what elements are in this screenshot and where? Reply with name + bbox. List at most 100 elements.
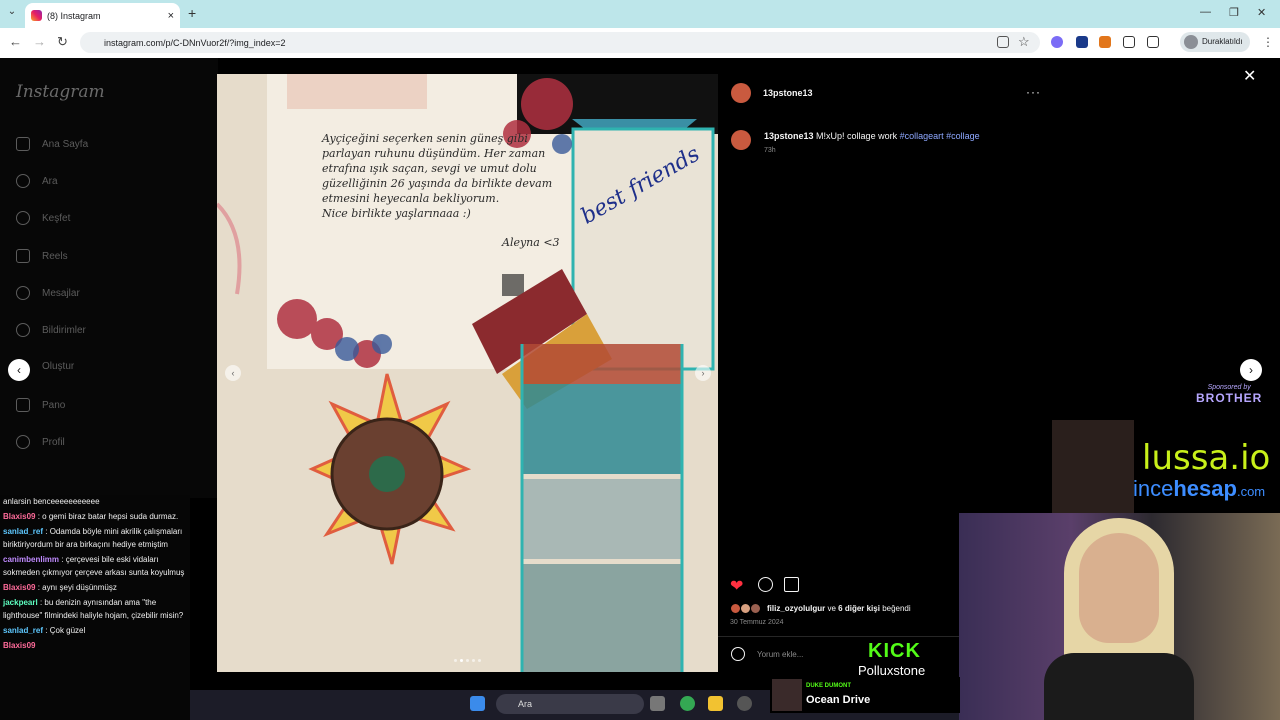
incehesap-logo: incehesap.com (1133, 476, 1266, 501)
messenger-icon (16, 286, 30, 300)
note-line: etrafına ışık saçan, sevgi ve umut dolu (322, 162, 537, 175)
next-post-button[interactable]: › (1240, 359, 1262, 381)
taskbar-search[interactable]: Ara (496, 694, 644, 714)
new-tab-icon[interactable]: + (188, 5, 196, 21)
maximize-icon[interactable]: ❐ (1229, 6, 1239, 19)
stream-chat: anlarsin benceeeeeeeeeee Blaxis09 : o ge… (0, 495, 190, 720)
collage-artwork: Ayçiçeğini seçerken senin güneş gibi par… (217, 74, 718, 672)
note-line: güzelliğinin 26 yaşında da birlikte deva… (322, 177, 552, 190)
minimize-icon[interactable]: — (1200, 6, 1211, 18)
chat-message: Blaxis09 (3, 641, 36, 650)
music-artist: DUKE DUMONT (806, 683, 851, 689)
hashtag-link[interactable]: #collageart (900, 131, 944, 141)
tab-title: (8) Instagram (47, 10, 101, 21)
heart-icon (16, 323, 30, 337)
sidebar-item-explore[interactable]: Keşfet (16, 211, 70, 225)
share-icon[interactable] (784, 577, 799, 592)
profile-button[interactable]: Duraklatıldı (1180, 32, 1251, 52)
sidebar-item-notifications[interactable]: Bildirimler (16, 323, 86, 337)
chat-message: Blaxis09 : aynı şeyi düşünmüşz (3, 583, 117, 592)
webcam-feed (959, 513, 1280, 720)
more-options-icon[interactable]: ··· (1026, 85, 1041, 99)
sponsor-caption: Sponsored by (1207, 384, 1251, 391)
sidebar-item-dashboard[interactable]: Pano (16, 398, 65, 412)
extension-icon[interactable] (1051, 36, 1063, 48)
back-icon[interactable]: ← (9, 34, 22, 49)
sidebar-item-home[interactable]: Ana Sayfa (16, 137, 88, 151)
tab-search-menu[interactable]: ⌄ (5, 6, 19, 20)
browser-tab[interactable]: (8) Instagram × (25, 3, 180, 28)
search-icon (16, 174, 30, 188)
note-signature: Aleyna <3 (501, 236, 560, 249)
likes-user[interactable]: filiz_ozyolulgur (767, 604, 825, 613)
post-image: Ayçiçeğini seçerken senin güneş gibi par… (217, 74, 718, 672)
sidebar-item-profile[interactable]: Profil (16, 435, 65, 449)
chrome-icon[interactable] (680, 696, 695, 711)
cast-icon[interactable] (997, 36, 1009, 48)
post-caption: 13pstone13 M!xUp! collage work #collagea… (764, 131, 980, 141)
likes-connector: ve (827, 604, 836, 613)
sidebar-item-label: Keşfet (42, 212, 71, 224)
sidebar-item-label: Pano (42, 399, 66, 411)
comment-icon[interactable] (758, 577, 773, 592)
liker-avatar (750, 603, 761, 614)
like-heart-icon[interactable]: ❤ (730, 576, 743, 596)
note-line: Nice birlikte yaşlarınaaa :) (321, 207, 471, 220)
sidebar-item-label: Oluştur (42, 361, 75, 372)
extension-icon[interactable] (1076, 36, 1088, 48)
reels-icon (16, 249, 30, 263)
sidebar-item-search[interactable]: Ara (16, 174, 58, 188)
app-icon[interactable] (737, 696, 752, 711)
sidebar-item-label: Ana Sayfa (42, 138, 89, 150)
extension-icon[interactable] (1123, 36, 1135, 48)
tab-close-icon[interactable]: × (168, 10, 174, 22)
author-username[interactable]: 13pstone13 (763, 88, 813, 98)
forward-icon[interactable]: → (33, 34, 46, 49)
music-title: Ocean Drive (806, 694, 871, 706)
chat-message: jackpearl : bu denizin aynısından ama "t… (3, 598, 184, 620)
sidebar-item-label: Profil (42, 436, 65, 448)
image-prev-button[interactable]: ‹ (225, 365, 241, 381)
instagram-favicon-icon (31, 10, 42, 21)
file-explorer-icon[interactable] (708, 696, 723, 711)
likes-suffix: beğendi (882, 604, 911, 613)
emoji-icon[interactable] (731, 647, 745, 661)
reload-icon[interactable]: ↻ (57, 34, 68, 50)
sidebar-item-create[interactable]: Oluştur (42, 361, 74, 372)
sidebar-item-messages[interactable]: Mesajlar (16, 286, 80, 300)
likes-summary: filiz_ozyolulgur ve 6 diğer kişi beğendi (767, 604, 911, 613)
sidebar-item-reels[interactable]: Reels (16, 249, 68, 263)
extensions-puzzle-icon[interactable] (1147, 36, 1159, 48)
windows-start-icon[interactable] (470, 696, 485, 711)
sidebar-item-label: Reels (42, 250, 68, 262)
close-modal-icon[interactable]: ✕ (1243, 66, 1256, 86)
note-line: etmesini heyecanla bekliyorum. (322, 192, 499, 205)
caption-avatar[interactable] (731, 130, 751, 150)
sidebar-item-label: Bildirimler (42, 324, 86, 336)
hashtag-link[interactable]: #collage (946, 131, 980, 141)
instagram-logo[interactable]: Instagram (16, 82, 105, 102)
note-line: Ayçiçeğini seçerken senin güneş gibi (321, 132, 528, 145)
author-avatar[interactable] (731, 83, 751, 103)
sponsor-badge: Sponsored by BROTHER (1196, 384, 1262, 405)
kick-channel-name: Polluxstone (858, 663, 926, 678)
note-line: parlayan ruhunu düşündüm. Her zaman (322, 147, 545, 160)
browser-menu-icon[interactable]: ⋮ (1262, 35, 1274, 49)
previous-post-button[interactable]: ‹ (8, 359, 30, 381)
chat-message: sanlad_ref : Odamda böyle mini akrilik ç… (3, 527, 183, 549)
sponsor-name: BROTHER (1196, 391, 1263, 405)
avatar-icon (16, 435, 30, 449)
album-art (772, 679, 802, 711)
chat-message: anlarsin benceeeeeeeeeee (3, 497, 100, 506)
metamask-icon[interactable] (1099, 36, 1111, 48)
window-close-icon[interactable]: ✕ (1257, 6, 1266, 19)
comment-input[interactable]: Yorum ekle... (757, 650, 803, 659)
caption-username[interactable]: 13pstone13 (764, 131, 814, 141)
dashboard-icon (16, 398, 30, 412)
image-next-button[interactable]: › (695, 365, 711, 381)
url-bar[interactable]: instagram.com/p/C-DNnVuor2f/?img_index=2 (80, 32, 1040, 53)
bookmark-star-icon[interactable]: ☆ (1018, 34, 1030, 50)
likes-others[interactable]: 6 diğer kişi (838, 604, 880, 613)
task-view-icon[interactable] (650, 696, 665, 711)
chat-message: Blaxis09 : o gemi biraz batar hepsi suda… (3, 512, 179, 521)
